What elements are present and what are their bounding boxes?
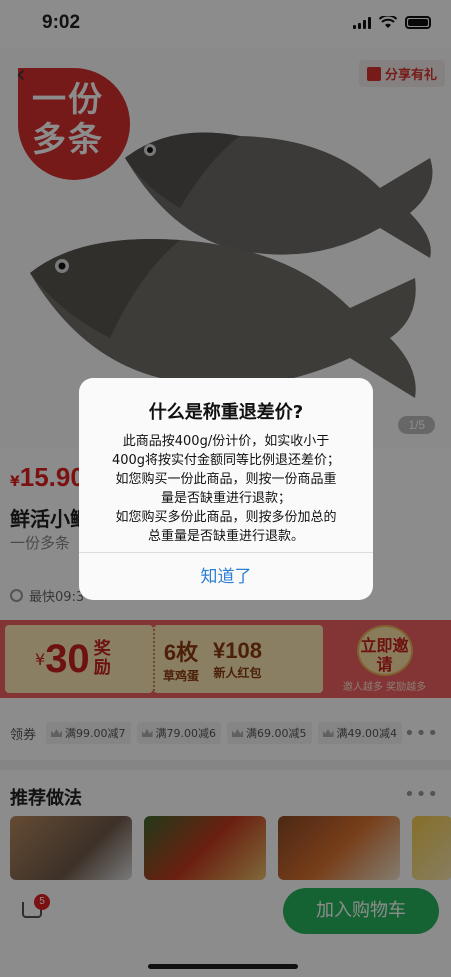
dialog-line: 量是否缺重进行退款； <box>160 491 291 506</box>
dialog-ok-button[interactable]: 知道了 <box>79 552 373 600</box>
weight-refund-dialog: 什么是称重退差价? 此商品按400g/份计价，如实收小于 400g将按实付金额同… <box>79 378 373 600</box>
dialog-body: 此商品按400g/份计价，如实收小于 400g将按实付金额同等比例退还差价； 如… <box>79 432 373 546</box>
dialog-line: 此商品按400g/份计价，如实收小于 <box>122 434 330 449</box>
home-indicator[interactable] <box>148 964 298 969</box>
dialog-line: 如您购买一份此商品，则按一份商品重 <box>115 472 337 487</box>
dialog-line: 如您购买多份此商品，则按多份加总的 <box>115 510 337 525</box>
dialog-line: 总重量是否缺重进行退款。 <box>147 529 304 544</box>
dialog-line: 400g将按实付金额同等比例退还差价； <box>111 453 341 468</box>
dialog-title: 什么是称重退差价? <box>148 402 304 423</box>
